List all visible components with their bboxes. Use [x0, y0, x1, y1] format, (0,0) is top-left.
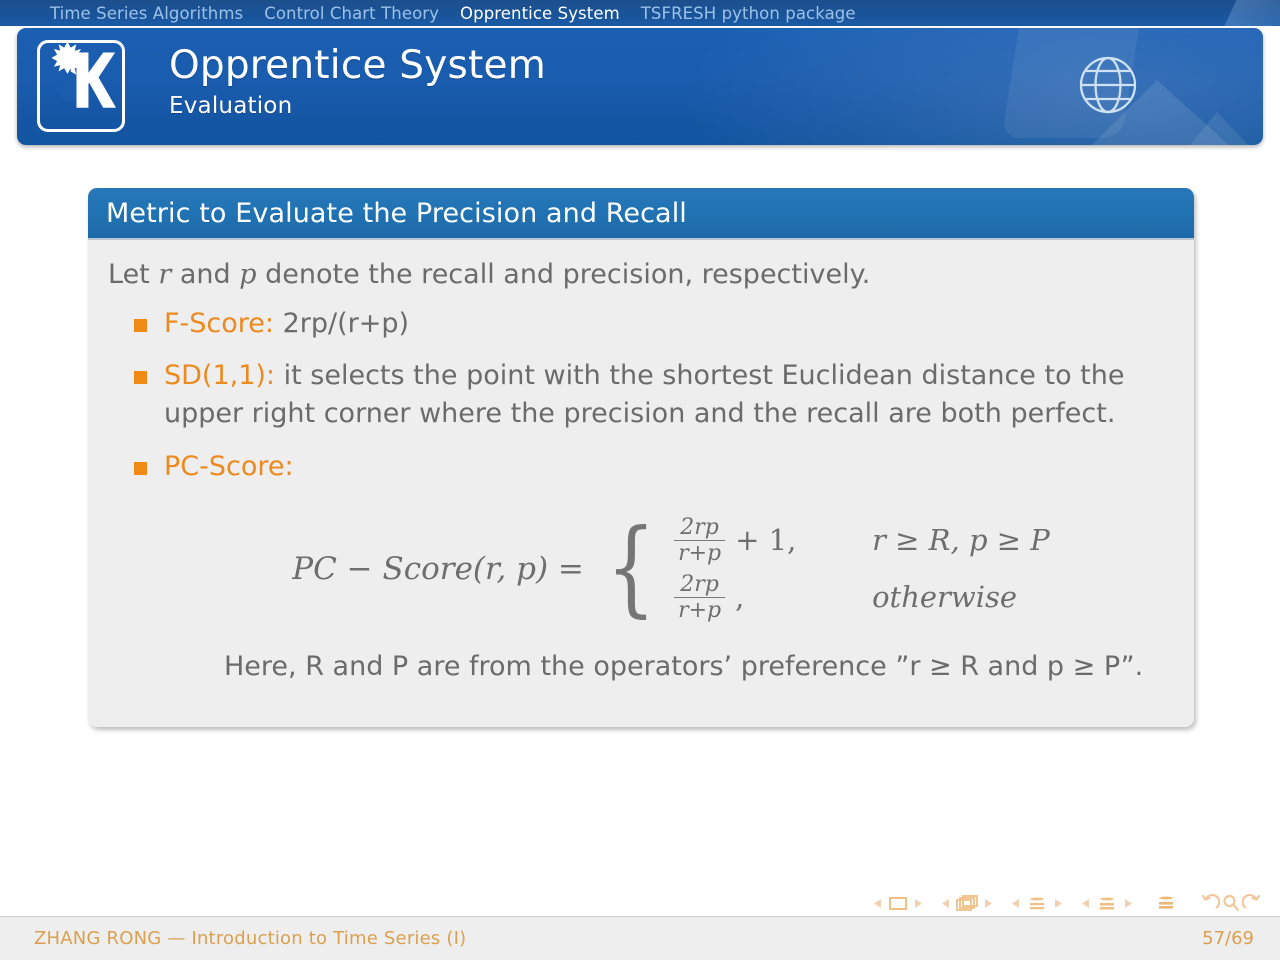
- globe-icon: [1077, 54, 1139, 120]
- history-navigation-group: [1200, 894, 1262, 912]
- formula-case-1-expression: 2rp r+p + 1,: [674, 516, 850, 565]
- closing-paragraph: Here, R and P are from the operators’ pr…: [224, 651, 1144, 683]
- next-slide-icon[interactable]: [913, 897, 924, 910]
- fraction-1: 2rp r+p: [674, 514, 726, 565]
- bullet-label-sd: SD(1,1):: [164, 359, 276, 391]
- formula-case-2-condition: otherwise: [872, 580, 1018, 615]
- footer-author-title: ZHANG RONG — Introduction to Time Series…: [34, 928, 467, 949]
- fraction-2-numerator: 2rp: [680, 572, 719, 598]
- search-icon[interactable]: [1222, 894, 1240, 912]
- fraction-2-denominator: r+p: [674, 597, 726, 622]
- metric-bullet-list: F-Score: 2rp/(r+p) SD(1,1): it selects t…: [104, 305, 1178, 687]
- kde-gear-k-logo: [37, 40, 125, 132]
- slide-header: Time Series Algorithms Control Chart The…: [0, 0, 1280, 152]
- nav-item-tsfresh-python-package[interactable]: TSFRESH python package: [641, 4, 856, 23]
- list-item-sd-1-1: SD(1,1): it selects the point with the s…: [134, 357, 1178, 434]
- banner-decoration-mountain-small: [1183, 112, 1257, 145]
- nav-item-time-series-algorithms[interactable]: Time Series Algorithms: [50, 4, 243, 23]
- content-block: Metric to Evaluate the Precision and Rec…: [88, 188, 1194, 727]
- prev-frame-icon[interactable]: [940, 897, 951, 910]
- subsection-navigation-group: [1010, 895, 1064, 912]
- nav-item-control-chart-theory[interactable]: Control Chart Theory: [264, 4, 439, 23]
- section-navigation-bar: Time Series Algorithms Control Chart The…: [0, 0, 1280, 26]
- bullet-label-f-score: F-Score:: [164, 307, 274, 339]
- fraction-1-denominator: r+p: [674, 539, 726, 565]
- lead-middle: and: [171, 259, 240, 290]
- prev-subsection-icon[interactable]: [1010, 897, 1021, 910]
- list-item-f-score: F-Score: 2rp/(r+p): [134, 305, 1178, 343]
- section-icon[interactable]: [1096, 895, 1118, 912]
- block-title: Metric to Evaluate the Precision and Rec…: [88, 188, 1194, 240]
- lead-paragraph: Let r and p denote the recall and precis…: [108, 258, 1178, 293]
- bullet-text-f-score: 2rp/(r+p): [274, 307, 410, 339]
- presentation-slide: Time Series Algorithms Control Chart The…: [0, 0, 1280, 960]
- formula-cases: 2rp r+p + 1, r ≥ R, p ≥ P 2rp r+p , othe…: [674, 516, 1050, 622]
- subsection-icon[interactable]: [1026, 895, 1048, 912]
- formula-case-2-expression: 2rp r+p ,: [674, 573, 850, 622]
- frames-icon[interactable]: [956, 894, 978, 912]
- pc-score-formula: PC − Score(r, p) = { 2rp r+p + 1, r ≥ R,…: [292, 506, 1050, 629]
- slide-title: Opprentice System: [169, 43, 546, 88]
- pc-score-formula-wrapper: PC − Score(r, p) = { 2rp r+p + 1, r ≥ R,…: [164, 506, 1178, 629]
- lead-variable-p: p: [239, 259, 257, 290]
- lead-prefix: Let: [108, 259, 159, 290]
- navbar-corner-decoration: [1190, 0, 1280, 26]
- slide-footer: ZHANG RONG — Introduction to Time Series…: [0, 916, 1280, 960]
- formula-left-hand-side: PC − Score(r, p) =: [292, 551, 584, 588]
- section-navigation-group: [1080, 895, 1134, 912]
- title-text-group: Opprentice System Evaluation: [169, 43, 546, 121]
- nav-item-opprentice-system[interactable]: Opprentice System: [460, 4, 620, 23]
- next-frame-icon[interactable]: [983, 897, 994, 910]
- block-body: Let r and p denote the recall and precis…: [88, 240, 1194, 727]
- document-icon[interactable]: [1155, 894, 1177, 912]
- next-section-icon[interactable]: [1123, 897, 1134, 910]
- formula-case-row-2: 2rp r+p , otherwise: [674, 573, 1050, 622]
- bullet-text-sd: it selects the point with the shortest E…: [164, 359, 1125, 430]
- slide-subtitle: Evaluation: [169, 93, 293, 119]
- formula-case-1-tail: + 1,: [735, 522, 797, 557]
- formula-case-1-condition: r ≥ R, p ≥ P: [872, 522, 1050, 557]
- prev-slide-icon[interactable]: [872, 897, 883, 910]
- lead-variable-r: r: [158, 259, 172, 290]
- next-subsection-icon[interactable]: [1053, 897, 1064, 910]
- footer-page-number: 57/69: [1202, 928, 1254, 949]
- list-item-pc-score: PC-Score: PC − Score(r, p) = { 2rp r+p +…: [134, 448, 1178, 687]
- beamer-navigation-symbols: [872, 894, 1262, 912]
- bullet-label-pc-score: PC-Score:: [164, 450, 294, 482]
- formula-case-row-1: 2rp r+p + 1, r ≥ R, p ≥ P: [674, 516, 1050, 565]
- slide-navigation-group: [872, 896, 924, 911]
- fraction-2: 2rp r+p: [674, 572, 726, 622]
- frame-navigation-group: [940, 894, 994, 912]
- formula-case-2-tail: ,: [735, 580, 745, 615]
- lead-suffix: denote the recall and precision, respect…: [256, 259, 871, 290]
- slide-icon[interactable]: [888, 896, 908, 911]
- forward-icon[interactable]: [1242, 894, 1262, 912]
- prev-section-icon[interactable]: [1080, 897, 1091, 910]
- back-icon[interactable]: [1200, 894, 1220, 912]
- fraction-1-numerator: 2rp: [680, 514, 719, 540]
- title-banner: Opprentice System Evaluation: [17, 28, 1263, 145]
